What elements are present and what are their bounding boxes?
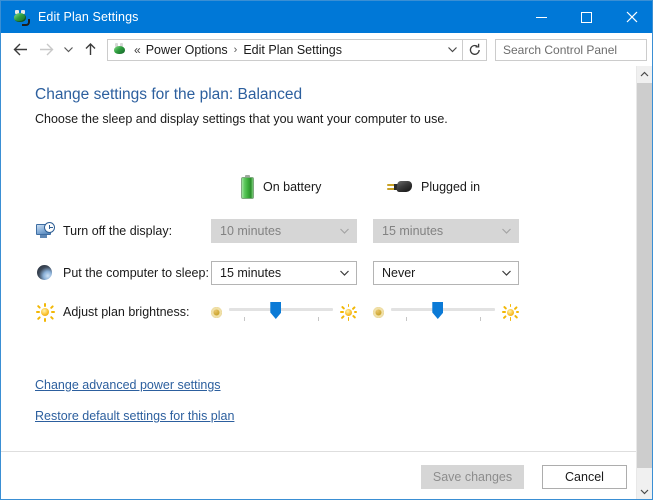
chevron-down-icon bbox=[332, 269, 356, 277]
setting-label-brightness: Adjust plan brightness: bbox=[63, 305, 189, 319]
sleep-moon-icon bbox=[35, 263, 55, 283]
recent-locations-button[interactable] bbox=[59, 37, 77, 63]
chevron-down-icon bbox=[332, 227, 356, 235]
dropdown-value: Never bbox=[374, 266, 415, 280]
cancel-button[interactable]: Cancel bbox=[542, 465, 627, 489]
scroll-down-button[interactable] bbox=[637, 483, 652, 500]
address-bar[interactable]: « Power Options › Edit Plan Settings bbox=[107, 39, 463, 61]
link-text: hange advanced power settings bbox=[44, 378, 221, 392]
column-header-plugged-in: Plugged in bbox=[386, 174, 480, 200]
forward-arrow-icon bbox=[38, 42, 55, 57]
forward-button[interactable] bbox=[33, 37, 59, 63]
page-description: Choose the sleep and display settings th… bbox=[35, 112, 448, 126]
close-button[interactable] bbox=[609, 1, 653, 33]
title-bar: Edit Plan Settings bbox=[1, 1, 653, 33]
up-button[interactable] bbox=[77, 37, 103, 63]
column-header-on-battery: On battery bbox=[241, 174, 321, 200]
minimize-icon bbox=[536, 12, 547, 23]
dim-brightness-icon bbox=[373, 307, 384, 318]
back-arrow-icon bbox=[12, 42, 29, 57]
content-area: Change settings for the plan: Balanced C… bbox=[1, 66, 637, 451]
slider-thumb[interactable] bbox=[270, 302, 281, 319]
dim-brightness-icon bbox=[211, 307, 222, 318]
scroll-up-button[interactable] bbox=[637, 66, 652, 83]
brightness-slider-on-battery[interactable] bbox=[211, 299, 357, 325]
minimize-button[interactable] bbox=[519, 1, 564, 33]
battery-icon bbox=[241, 175, 254, 199]
bright-brightness-icon bbox=[502, 304, 519, 321]
slider-track-area[interactable] bbox=[391, 301, 495, 323]
dropdown-display-on-battery[interactable]: 10 minutes bbox=[211, 219, 357, 243]
dropdown-sleep-on-battery[interactable]: 15 minutes bbox=[211, 261, 357, 285]
link-accesskey: R bbox=[35, 409, 44, 423]
breadcrumb-item-power-options[interactable]: Power Options bbox=[146, 43, 228, 57]
search-input[interactable] bbox=[496, 42, 653, 58]
setting-row-brightness: Adjust plan brightness: bbox=[35, 299, 625, 325]
chevron-down-icon bbox=[447, 45, 458, 54]
setting-label-display: Turn off the display: bbox=[63, 224, 172, 238]
setting-row-display: Turn off the display: 10 minutes 15 minu… bbox=[35, 218, 625, 244]
vertical-scrollbar[interactable] bbox=[636, 66, 652, 500]
refresh-button[interactable] bbox=[463, 39, 487, 61]
column-label-plugged-in: Plugged in bbox=[421, 180, 480, 194]
setting-row-sleep: Put the computer to sleep: 15 minutes Ne… bbox=[35, 260, 625, 286]
edit-plan-settings-window: Edit Plan Settings bbox=[0, 0, 653, 500]
search-box[interactable] bbox=[495, 39, 647, 61]
breadcrumb-separator: › bbox=[234, 44, 238, 56]
power-plug-icon bbox=[386, 178, 412, 196]
navigation-toolbar: « Power Options › Edit Plan Settings bbox=[1, 33, 653, 67]
dropdown-sleep-plugged-in[interactable]: Never bbox=[373, 261, 519, 285]
dropdown-value: 10 minutes bbox=[212, 224, 281, 238]
maximize-icon bbox=[581, 12, 592, 23]
window-controls bbox=[519, 1, 653, 33]
chevron-down-icon bbox=[494, 227, 518, 235]
link-change-advanced-power-settings[interactable]: Change advanced power settings bbox=[35, 378, 221, 392]
dialog-footer: Save changes Cancel bbox=[1, 451, 637, 500]
chevron-down-icon bbox=[63, 45, 74, 54]
link-text: estore default settings for this plan bbox=[44, 409, 234, 423]
up-arrow-icon bbox=[83, 42, 98, 57]
page-title: Change settings for the plan: Balanced bbox=[35, 86, 302, 104]
save-changes-button[interactable]: Save changes bbox=[421, 465, 524, 489]
dropdown-value: 15 minutes bbox=[212, 266, 281, 280]
breadcrumb-overflow-chevrons[interactable]: « bbox=[134, 43, 141, 57]
address-dropdown-button[interactable] bbox=[442, 45, 462, 54]
setting-label-sleep: Put the computer to sleep: bbox=[63, 266, 209, 280]
close-icon bbox=[626, 11, 638, 23]
link-restore-default-settings[interactable]: Restore default settings for this plan bbox=[35, 409, 234, 423]
scroll-up-icon bbox=[640, 71, 649, 78]
window-title: Edit Plan Settings bbox=[38, 10, 138, 24]
refresh-icon bbox=[468, 43, 482, 57]
link-accesskey: C bbox=[35, 378, 44, 392]
breadcrumb-power-plug-icon bbox=[112, 42, 128, 58]
dropdown-display-plugged-in[interactable]: 15 minutes bbox=[373, 219, 519, 243]
chevron-down-icon bbox=[494, 269, 518, 277]
column-label-on-battery: On battery bbox=[263, 180, 321, 194]
dropdown-value: 15 minutes bbox=[374, 224, 443, 238]
brightness-slider-plugged-in[interactable] bbox=[373, 299, 519, 325]
back-button[interactable] bbox=[7, 37, 33, 63]
breadcrumb-item-edit-plan-settings[interactable]: Edit Plan Settings bbox=[243, 43, 342, 57]
maximize-button[interactable] bbox=[564, 1, 609, 33]
scrollbar-thumb[interactable] bbox=[637, 83, 652, 468]
slider-track-area[interactable] bbox=[229, 301, 333, 323]
slider-thumb[interactable] bbox=[432, 302, 443, 319]
power-plug-icon bbox=[11, 8, 29, 26]
display-timeout-icon bbox=[35, 221, 55, 241]
bright-brightness-icon bbox=[340, 304, 357, 321]
brightness-sun-icon bbox=[35, 302, 55, 322]
scroll-down-icon bbox=[640, 488, 649, 495]
